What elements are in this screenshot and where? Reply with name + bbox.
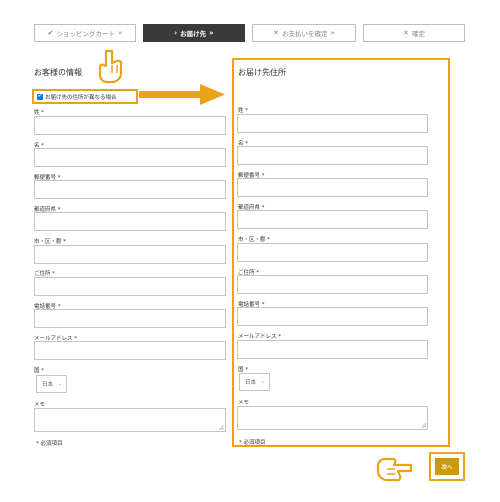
billing-city-label: 市・区・郡 * <box>34 239 66 245</box>
pointing-hand-down-icon <box>98 49 123 84</box>
shipping-phone-input[interactable] <box>237 307 428 326</box>
billing-memo-label: メモ <box>34 402 46 408</box>
different-address-checkbox-row[interactable]: ✔ お届け先の住所が異なる場合 <box>32 89 138 104</box>
billing-required-note: * 必須項目 <box>36 441 63 447</box>
step-shopping-cart[interactable]: ✔ ショッピングカート » <box>34 24 136 42</box>
shipping-country-select[interactable]: 日本 ⌄ <box>239 373 270 391</box>
different-address-checkbox[interactable]: ✔ <box>37 93 43 100</box>
next-button[interactable]: 次へ <box>435 458 459 475</box>
double-chevron-icon: » <box>118 29 123 37</box>
shipping-postcode-input[interactable] <box>237 178 428 197</box>
billing-phone-input[interactable] <box>34 309 226 328</box>
billing-first-name-input[interactable] <box>34 148 226 167</box>
billing-address-label: ご住所 * <box>34 271 55 277</box>
check-icon: ✔ <box>37 93 43 99</box>
checkout-steps: ✔ ショッピングカート » › お届け先 » ✕ お支払いを確定 » ✕ 確定 <box>34 24 465 42</box>
shipping-country-value: 日本 <box>245 380 257 386</box>
billing-postcode-input[interactable] <box>34 180 226 199</box>
step-shipping[interactable]: › お届け先 » <box>143 24 245 42</box>
different-address-label: お届け先の住所が異なる場合 <box>45 94 117 101</box>
shipping-required-note: * 必須項目 <box>239 440 266 446</box>
billing-heading: お客様の情報 <box>34 68 82 77</box>
billing-email-input[interactable] <box>34 341 226 360</box>
chevron-right-icon: › <box>174 29 178 37</box>
billing-country-value: 日本 <box>42 382 54 388</box>
billing-last-name-input[interactable] <box>34 116 226 135</box>
billing-country-select[interactable]: 日本 ⌄ <box>36 375 67 393</box>
billing-last-name-label: 姓 * <box>34 110 44 116</box>
billing-country-label: 国 * <box>34 368 44 374</box>
shipping-city-input[interactable] <box>237 243 428 262</box>
double-chevron-icon: » <box>209 29 214 37</box>
shipping-country-label: 国 * <box>238 367 248 373</box>
double-chevron-icon: » <box>330 29 335 37</box>
shipping-email-label: メールアドレス * <box>238 334 281 340</box>
billing-memo-textarea[interactable] <box>34 408 226 432</box>
pointing-hand-right-icon <box>376 457 413 482</box>
shipping-address-input[interactable] <box>237 275 428 294</box>
step-complete[interactable]: ✕ 確定 <box>363 24 465 42</box>
step-label: お届け先 <box>180 30 207 38</box>
chevron-down-icon: ⌄ <box>261 379 266 385</box>
shipping-memo-label: メモ <box>238 400 250 406</box>
cross-icon: ✕ <box>273 29 280 37</box>
billing-city-input[interactable] <box>34 245 226 264</box>
billing-address-input[interactable] <box>34 277 226 296</box>
next-button-highlight: 次へ <box>429 452 465 481</box>
shipping-email-input[interactable] <box>237 340 428 359</box>
step-confirm-payment[interactable]: ✕ お支払いを確定 » <box>252 24 356 42</box>
shipping-first-name-input[interactable] <box>237 146 428 165</box>
check-icon: ✔ <box>47 29 54 37</box>
step-label: ショッピングカート <box>56 30 116 38</box>
shipping-heading: お届け先住所 <box>238 68 286 77</box>
billing-prefecture-input[interactable] <box>34 212 226 231</box>
step-label: 確定 <box>411 30 425 38</box>
arrow-right-icon <box>139 84 225 105</box>
shipping-last-name-label: 姓 * <box>238 108 248 114</box>
shipping-memo-textarea[interactable] <box>237 406 428 430</box>
chevron-down-icon: ⌄ <box>58 381 63 387</box>
shipping-last-name-input[interactable] <box>237 114 428 133</box>
shipping-prefecture-input[interactable] <box>237 210 428 229</box>
step-label: お支払いを確定 <box>282 30 328 38</box>
shipping-city-label: 市・区・郡 * <box>238 237 270 243</box>
cross-icon: ✕ <box>403 29 409 37</box>
